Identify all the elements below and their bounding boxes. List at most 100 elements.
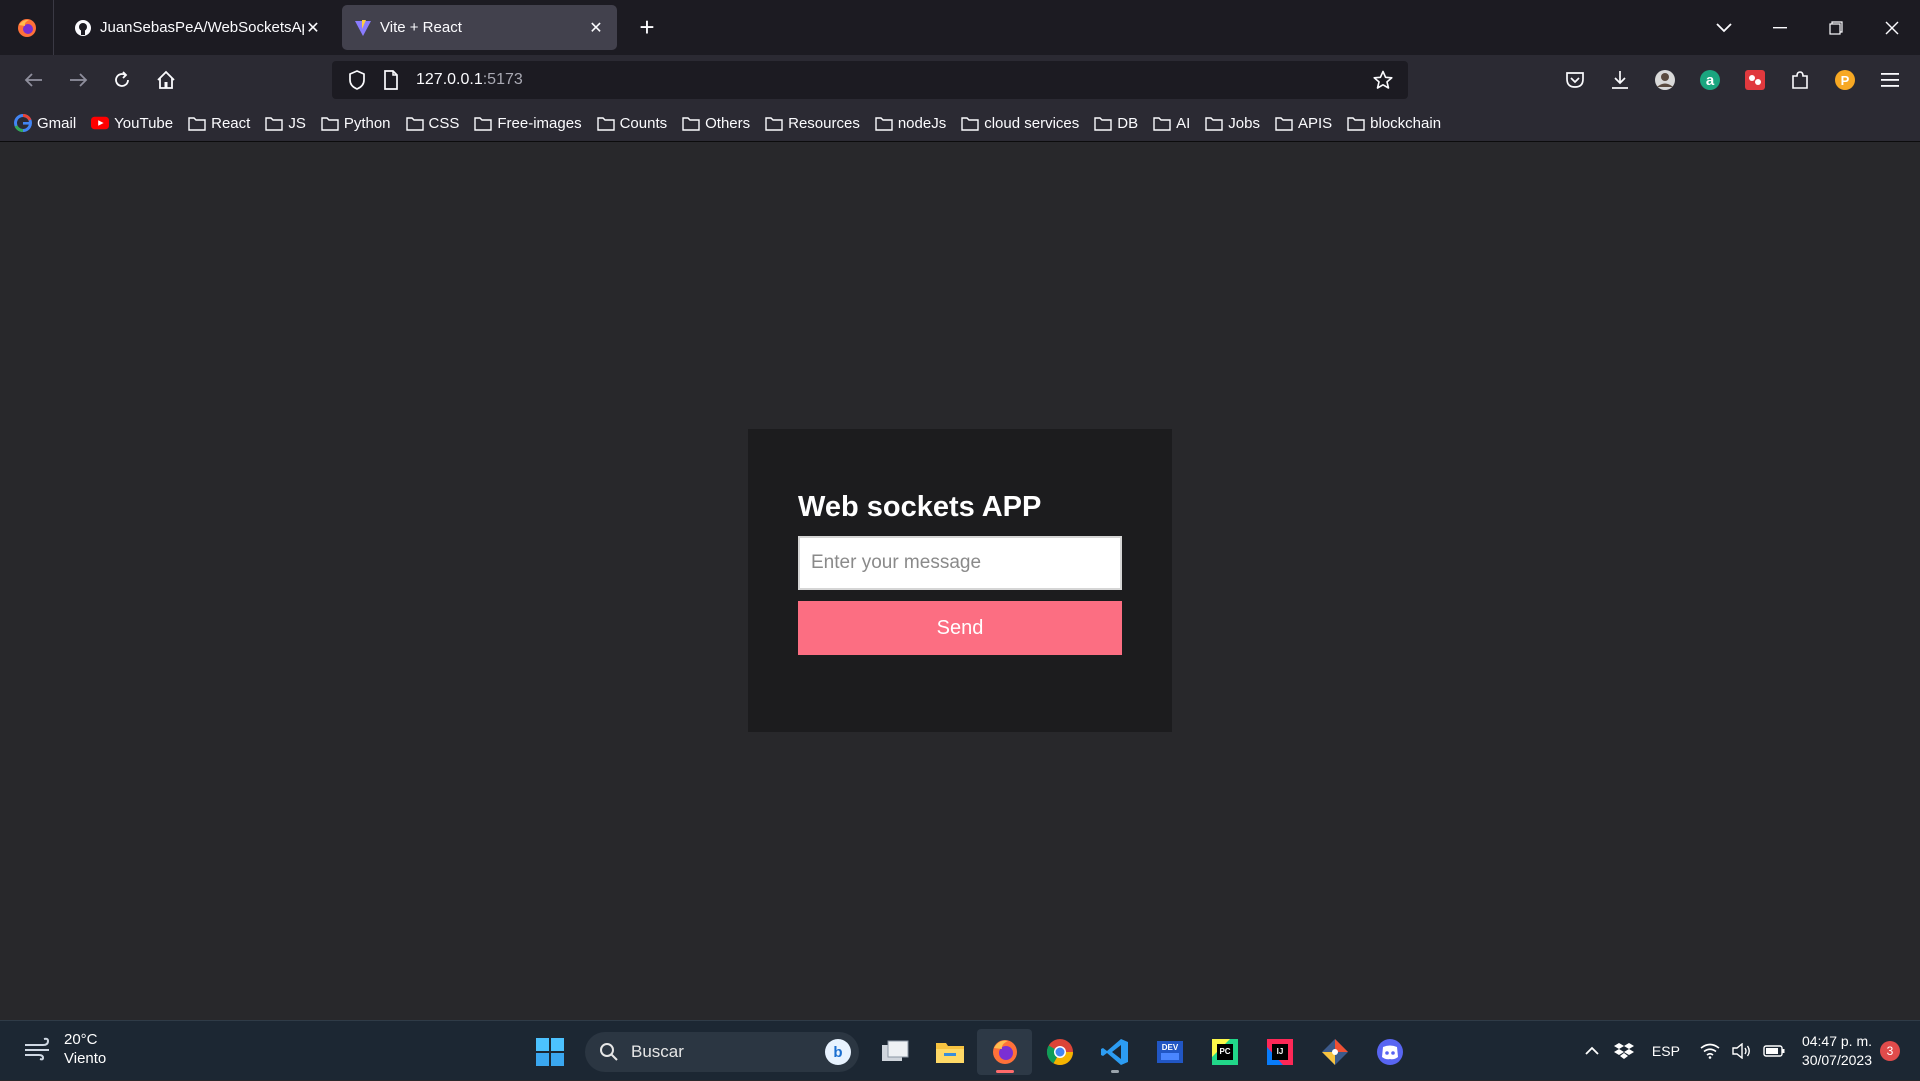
folder-icon — [961, 114, 979, 132]
close-tab-icon[interactable]: ✕ — [587, 19, 605, 37]
restore-window-button[interactable] — [1808, 0, 1864, 55]
volume-icon[interactable] — [1727, 1036, 1757, 1066]
bookmark-folder-resources[interactable]: Resources — [765, 114, 860, 132]
bookmark-folder-jobs[interactable]: Jobs — [1205, 114, 1260, 132]
page-viewport: Web sockets APP Send — [0, 142, 1920, 1020]
back-button[interactable] — [12, 60, 56, 100]
bookmark-folder-db[interactable]: DB — [1094, 114, 1138, 132]
bookmark-label: CSS — [428, 114, 460, 132]
chrome-icon[interactable] — [1032, 1029, 1087, 1075]
battery-icon[interactable] — [1759, 1036, 1789, 1066]
weather-description: Viento — [64, 1050, 107, 1067]
svg-text:IJ: IJ — [1276, 1047, 1283, 1056]
message-input[interactable] — [798, 536, 1122, 590]
extension-a-icon[interactable]: a — [1687, 60, 1732, 100]
new-tab-button[interactable]: + — [627, 8, 667, 48]
extension-red-icon[interactable] — [1732, 60, 1777, 100]
send-button[interactable]: Send — [798, 601, 1122, 655]
url-bar[interactable]: 127.0.0.1:5173 — [332, 61, 1408, 99]
search-label: Buscar — [631, 1042, 684, 1061]
vite-icon — [354, 19, 372, 37]
bookmark-folder-python[interactable]: Python — [321, 114, 391, 132]
weather-widget[interactable]: 20°C Viento — [20, 1030, 106, 1068]
tracking-protection-shield-icon[interactable] — [342, 65, 372, 95]
running-indicator — [1110, 1070, 1119, 1073]
show-hidden-icons-chevron-icon[interactable] — [1577, 1036, 1607, 1066]
bookmark-star-icon[interactable] — [1368, 65, 1398, 95]
url-host: 127.0.0.1 — [416, 71, 483, 88]
folder-icon — [405, 114, 424, 132]
close-window-button[interactable] — [1864, 0, 1920, 55]
intellij-icon[interactable]: IJ — [1252, 1029, 1307, 1075]
file-explorer-icon[interactable] — [922, 1029, 977, 1075]
close-tab-icon[interactable]: ✕ — [304, 19, 322, 37]
vscode-icon[interactable] — [1087, 1029, 1142, 1075]
url-text[interactable]: 127.0.0.1:5173 — [416, 71, 523, 89]
tab-github[interactable]: JuanSebasPeA/WebSocketsApp ✕ — [62, 5, 334, 50]
page-info-icon[interactable] — [376, 65, 406, 95]
discord-icon[interactable] — [1362, 1029, 1417, 1075]
firefox-menu-icon[interactable] — [0, 0, 54, 55]
dropbox-icon[interactable] — [1609, 1036, 1639, 1066]
extensions-puzzle-icon[interactable] — [1777, 60, 1822, 100]
svg-text:PC: PC — [1219, 1047, 1230, 1056]
app-title: Web sockets APP — [798, 491, 1042, 523]
bookmark-gmail[interactable]: Gmail — [14, 114, 76, 132]
bookmark-label: Free-images — [497, 114, 582, 132]
folder-icon — [1205, 114, 1223, 132]
bookmark-label: DB — [1117, 114, 1139, 132]
input-language[interactable]: ESP — [1652, 1043, 1680, 1059]
downloads-icon[interactable] — [1597, 60, 1642, 100]
wifi-icon[interactable] — [1695, 1036, 1725, 1066]
reload-button[interactable] — [100, 60, 144, 100]
tab-title: Vite + React — [380, 19, 462, 36]
list-tabs-icon[interactable] — [1696, 0, 1752, 55]
pycharm-icon[interactable]: PC — [1197, 1029, 1252, 1075]
task-view-icon[interactable] — [867, 1029, 922, 1075]
svg-text:DEV: DEV — [1161, 1043, 1178, 1052]
bookmark-label: APIS — [1297, 114, 1333, 132]
wind-icon — [20, 1031, 56, 1067]
bing-icon[interactable]: b — [825, 1039, 851, 1065]
bookmark-youtube[interactable]: YouTube — [91, 114, 173, 132]
navigation-toolbar: 127.0.0.1:5173 a P — [0, 55, 1920, 105]
bookmark-label: YouTube — [114, 114, 174, 132]
account-avatar-icon[interactable] — [1642, 60, 1687, 100]
start-button[interactable] — [522, 1029, 577, 1075]
bookmark-folder-css[interactable]: CSS — [405, 114, 460, 132]
dev-app-icon[interactable]: DEV — [1142, 1029, 1197, 1075]
bookmark-folder-ai[interactable]: AI — [1153, 114, 1190, 132]
svg-text:P: P — [1840, 73, 1849, 88]
folder-icon — [765, 114, 783, 132]
home-button[interactable] — [144, 60, 188, 100]
taskbar-search[interactable]: Buscar b — [585, 1032, 859, 1072]
bookmark-folder-others[interactable]: Others — [682, 114, 750, 132]
bookmark-label: Others — [705, 114, 751, 132]
bookmark-folder-blockchain[interactable]: blockchain — [1347, 114, 1441, 132]
firefox-taskbar-icon[interactable] — [977, 1029, 1032, 1075]
bookmark-folder-cloud-services[interactable]: cloud services — [961, 114, 1079, 132]
notification-badge[interactable]: 3 — [1880, 1041, 1900, 1061]
minimize-window-button[interactable] — [1752, 0, 1808, 55]
clock[interactable]: 04:47 p. m. 30/07/2023 — [1802, 1032, 1872, 1070]
bookmark-label: JS — [288, 114, 306, 132]
hamburger-menu-icon[interactable] — [1867, 60, 1912, 100]
bookmark-folder-nodejs[interactable]: nodeJs — [875, 114, 946, 132]
tab-vite-react[interactable]: Vite + React ✕ — [342, 5, 617, 50]
bookmark-folder-react[interactable]: React — [188, 114, 250, 132]
bookmark-label: Python — [343, 114, 391, 132]
bookmark-folder-free-images[interactable]: Free-images — [474, 114, 582, 132]
folder-icon — [1275, 114, 1293, 132]
bookmark-folder-apis[interactable]: APIS — [1275, 114, 1332, 132]
git-client-icon[interactable] — [1307, 1029, 1362, 1075]
forward-button[interactable] — [56, 60, 100, 100]
pocket-icon[interactable] — [1552, 60, 1597, 100]
bookmark-label: nodeJs — [897, 114, 947, 132]
extension-orange-icon[interactable]: P — [1822, 60, 1867, 100]
folder-icon — [188, 114, 206, 132]
svg-text:a: a — [1705, 72, 1714, 89]
bookmark-folder-counts[interactable]: Counts — [596, 114, 667, 132]
bookmark-folder-js[interactable]: JS — [265, 114, 306, 132]
folder-icon — [1094, 114, 1112, 132]
clock-time: 04:47 p. m. — [1801, 1033, 1872, 1049]
